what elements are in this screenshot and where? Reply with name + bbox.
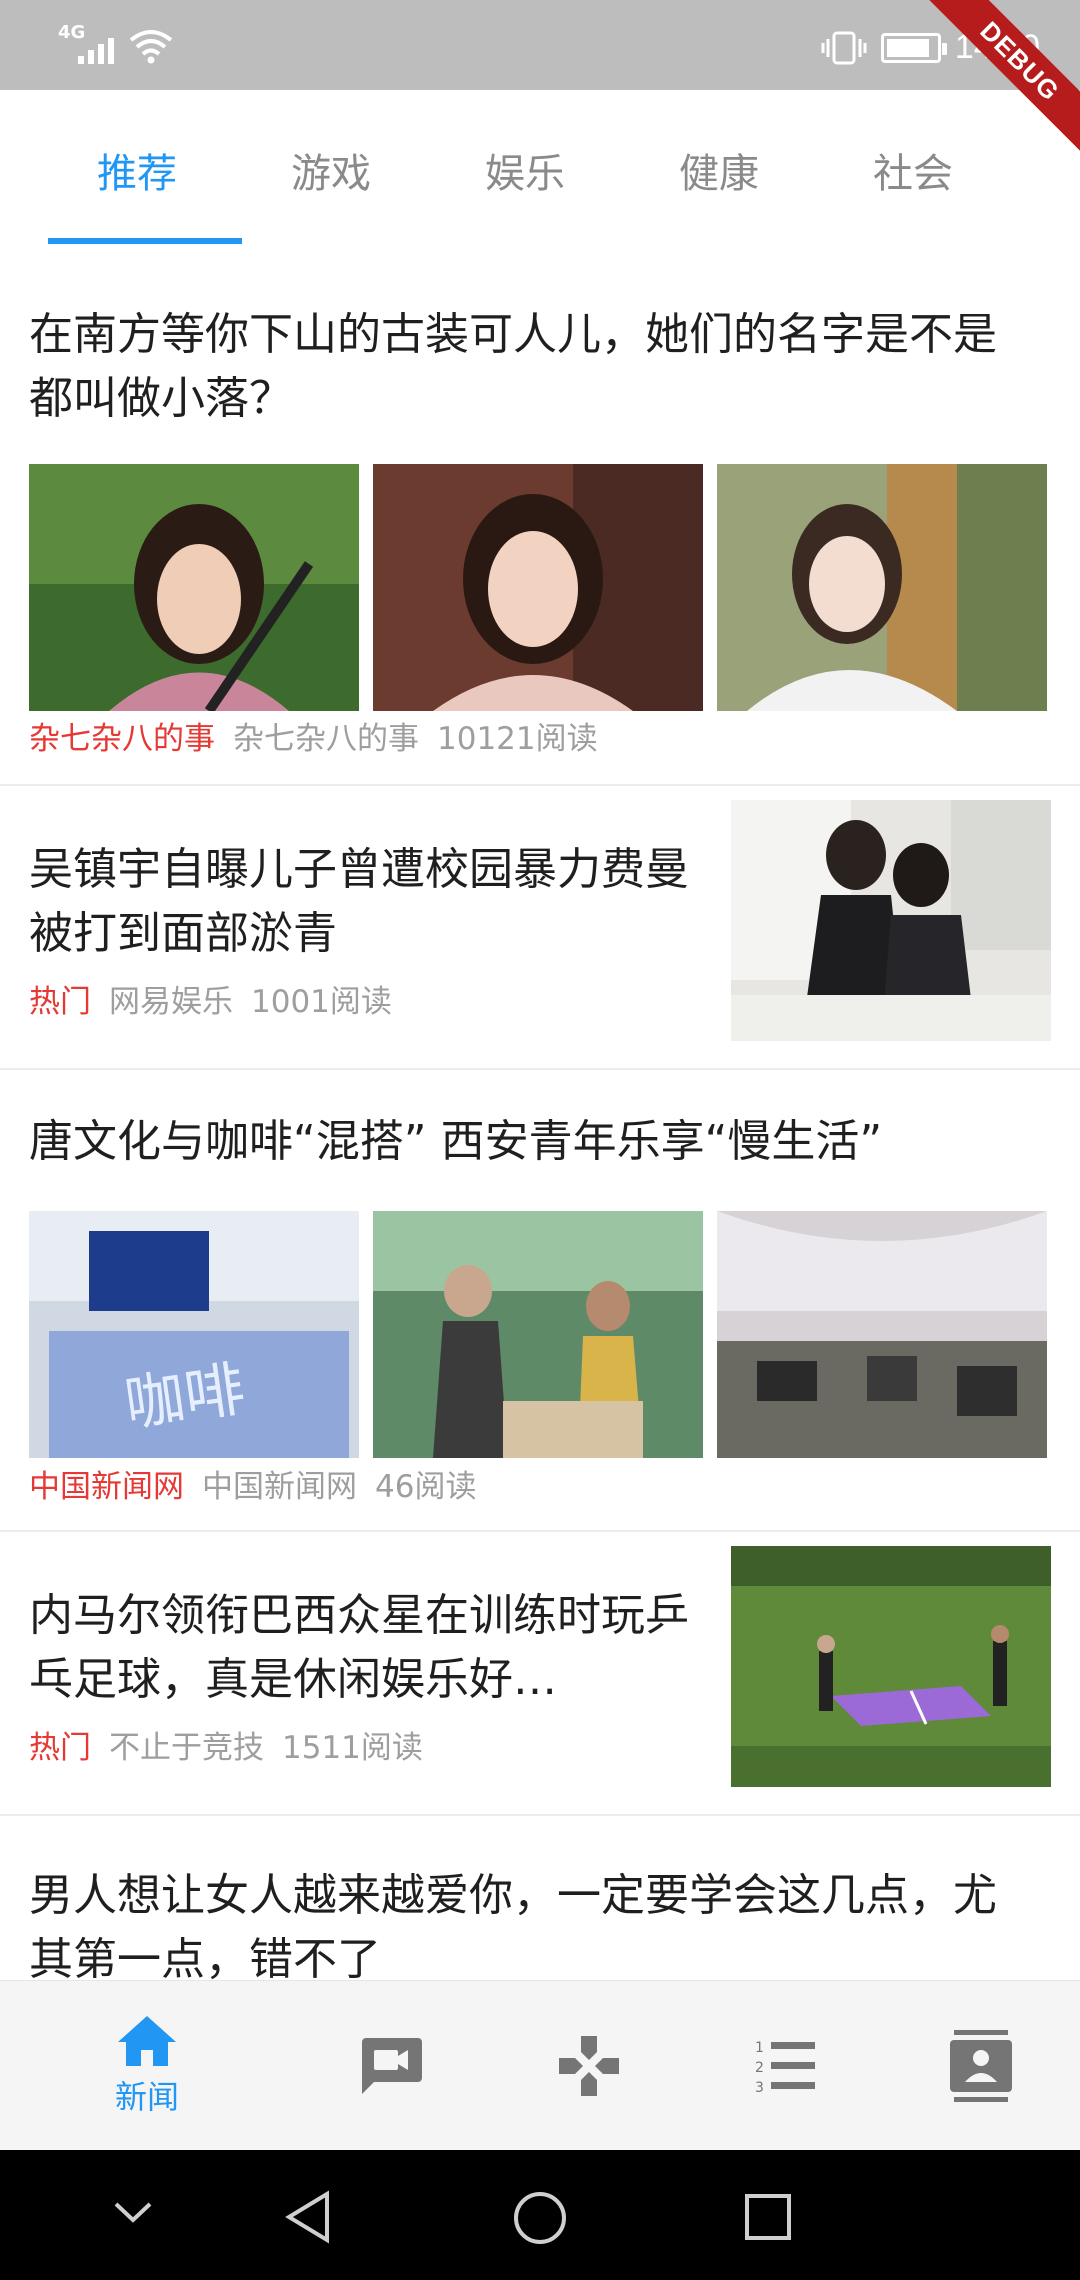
news-title: 男人想让女人越来越爱你，一定要学会这几点，尤其第一点，错不了 bbox=[29, 1870, 997, 1980]
news-image bbox=[373, 1211, 703, 1458]
tab-society[interactable]: 社会 bbox=[816, 90, 1010, 250]
news-item[interactable]: 男人想让女人越来越爱你，一定要学会这几点，尤其第一点，错不了 bbox=[0, 1816, 1080, 1980]
tab-recommend[interactable]: 推荐 bbox=[40, 90, 234, 250]
status-bar: 4G 14:00 bbox=[0, 0, 1080, 90]
news-source: 网易娱乐 bbox=[109, 984, 233, 1020]
tab-indicator bbox=[48, 238, 242, 244]
chat-video-icon bbox=[362, 2038, 422, 2094]
gamepad-icon bbox=[559, 2036, 619, 2096]
nav-list[interactable]: 1 2 3 bbox=[684, 1981, 884, 2151]
nav-news[interactable]: 新闻 bbox=[47, 1981, 247, 2151]
home-circle-icon[interactable] bbox=[512, 2190, 568, 2246]
numbered-list-icon: 1 2 3 bbox=[755, 2040, 815, 2094]
news-meta: 中国新闻网 中国新闻网 46阅读 bbox=[29, 1461, 476, 1506]
news-meta: 杂七杂八的事 杂七杂八的事 10121阅读 bbox=[29, 713, 598, 758]
news-image bbox=[717, 1211, 1047, 1458]
recents-icon[interactable] bbox=[743, 2192, 793, 2242]
news-title: 唐文化与咖啡“混搭” 西安青年乐享“慢生活” bbox=[29, 1116, 883, 1167]
news-tag: 热门 bbox=[29, 1730, 91, 1766]
nav-video[interactable] bbox=[292, 1981, 492, 2151]
nav-label: 新闻 bbox=[114, 2078, 179, 2116]
news-image-row: 咖啡 bbox=[29, 1211, 1047, 1458]
home-icon bbox=[118, 2016, 176, 2066]
back-icon[interactable] bbox=[283, 2190, 333, 2244]
news-image bbox=[373, 464, 703, 711]
news-tag: 热门 bbox=[29, 984, 91, 1020]
news-thumbnail bbox=[731, 800, 1051, 1041]
news-source: 杂七杂八的事 bbox=[233, 721, 419, 757]
news-title: 内马尔领衔巴西众星在训练时玩乒乓足球，真是休闲娱乐好… bbox=[29, 1590, 689, 1705]
svg-text:1: 1 bbox=[755, 2040, 764, 2056]
news-meta: 热门 不止于竞技 1511阅读 bbox=[29, 1722, 423, 1767]
vibrate-icon bbox=[821, 31, 867, 64]
news-source: 中国新闻网 bbox=[202, 1469, 357, 1505]
news-feed[interactable]: 在南方等你下山的古装可人儿，她们的名字是不是都叫做小落？ 杂七杂八的事 杂七杂八… bbox=[0, 250, 1080, 1980]
news-image bbox=[29, 464, 359, 711]
news-image: 咖啡 bbox=[29, 1211, 359, 1458]
nav-games[interactable] bbox=[489, 1981, 689, 2151]
svg-text:2: 2 bbox=[755, 2060, 764, 2076]
news-meta: 热门 网易娱乐 1001阅读 bbox=[29, 976, 392, 1021]
news-title: 在南方等你下山的古装可人儿，她们的名字是不是都叫做小落？ bbox=[29, 309, 997, 424]
news-reads: 10121阅读 bbox=[437, 721, 598, 757]
contact-card-icon bbox=[950, 2030, 1012, 2102]
system-navigation-bar bbox=[0, 2150, 1080, 2280]
news-image bbox=[717, 464, 1047, 711]
news-reads: 46阅读 bbox=[375, 1469, 477, 1505]
svg-text:3: 3 bbox=[755, 2080, 764, 2094]
news-item[interactable]: 唐文化与咖啡“混搭” 西安青年乐享“慢生活” 咖啡 中国新闻网 中国新闻网 46… bbox=[0, 1070, 1080, 1532]
wifi-icon bbox=[129, 30, 173, 64]
category-tabs: 推荐 游戏 娱乐 健康 社会 bbox=[0, 90, 1080, 250]
tab-entertainment[interactable]: 娱乐 bbox=[428, 90, 622, 250]
news-tag: 中国新闻网 bbox=[29, 1469, 184, 1505]
chevron-down-icon[interactable] bbox=[112, 2198, 154, 2228]
news-title: 吴镇宇自曝儿子曾遭校园暴力费曼被打到面部淤青 bbox=[29, 844, 689, 959]
news-tag: 杂七杂八的事 bbox=[29, 721, 215, 757]
news-image-row bbox=[29, 464, 1047, 711]
battery-icon bbox=[880, 32, 947, 63]
news-thumbnail bbox=[731, 1546, 1051, 1787]
news-item[interactable]: 吴镇宇自曝儿子曾遭校园暴力费曼被打到面部淤青 热门 网易娱乐 1001阅读 bbox=[0, 786, 1080, 1070]
nav-contacts[interactable] bbox=[881, 1981, 1080, 2151]
news-item[interactable]: 在南方等你下山的古装可人儿，她们的名字是不是都叫做小落？ 杂七杂八的事 杂七杂八… bbox=[0, 250, 1080, 786]
signal-icon bbox=[78, 34, 114, 64]
tab-games[interactable]: 游戏 bbox=[234, 90, 428, 250]
bottom-navigation: 新闻 1 2 3 bbox=[0, 1980, 1080, 2150]
news-source: 不止于竞技 bbox=[109, 1730, 264, 1766]
news-item[interactable]: 内马尔领衔巴西众星在训练时玩乒乓足球，真是休闲娱乐好… 热门 不止于竞技 151… bbox=[0, 1532, 1080, 1816]
tab-health[interactable]: 健康 bbox=[622, 90, 816, 250]
news-reads: 1001阅读 bbox=[251, 984, 392, 1020]
news-reads: 1511阅读 bbox=[282, 1730, 423, 1766]
